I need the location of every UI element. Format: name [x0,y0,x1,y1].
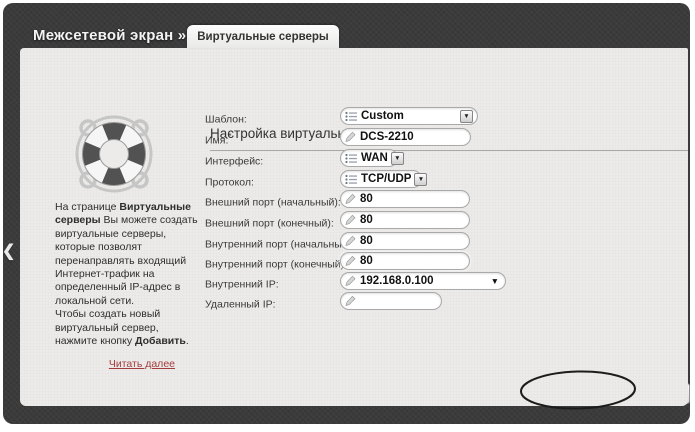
field-row-template: Шаблон: Custom ▼ [205,107,685,125]
help-paragraph-2: Чтобы создать новый виртуальный сервер, … [55,308,199,348]
combo-caret-icon[interactable]: ▼ [491,276,501,286]
remote-ip-label: Удаленный IP: [205,296,276,311]
private-port-end-value: 80 [360,255,373,267]
protocol-select[interactable]: TCP/UDP ▼ [340,170,422,188]
pencil-icon [345,295,356,307]
lifebuoy-icon [70,108,158,205]
public-port-end-input[interactable]: 80 [340,211,470,229]
protocol-value: TCP/UDP [361,173,411,185]
public-port-start-input[interactable]: 80 [340,190,470,208]
field-row-public-port-start: Внешний порт (начальный):* 80 [205,190,685,208]
interface-value: WAN [361,152,388,164]
field-row-private-port-end: Внутренний порт (конечный): 80 [205,252,685,270]
private-port-start-value: 80 [360,235,373,247]
help-text: На странице Виртуальные серверы Вы может… [55,201,199,372]
protocol-dropdown-button[interactable]: ▼ [414,173,427,186]
public-port-end-value: 80 [360,214,373,226]
private-port-end-input[interactable]: 80 [340,252,470,270]
private-ip-combobox[interactable]: 192.168.0.100 ▼ [340,272,506,290]
tab-virtual-servers[interactable]: Виртуальные серверы [187,25,339,48]
pencil-icon [345,131,356,143]
pencil-icon [345,275,356,287]
read-more-link[interactable]: Читать далее [55,358,199,371]
field-row-interface: Интерфейс: WAN ▼ [205,149,685,167]
template-dropdown-button[interactable]: ▼ [460,110,473,123]
field-row-name: Имя:* DCS-2210 [205,128,685,146]
private-port-start-label: Внутренний порт (начальный):* [205,236,357,251]
breadcrumb-firewall[interactable]: Межсетевой экран » [33,27,186,44]
field-row-public-port-end: Внешний порт (конечный): 80 [205,211,685,229]
template-value: Custom [361,110,404,122]
list-icon [345,153,357,164]
pencil-icon [345,255,356,267]
protocol-label: Протокол: [205,174,254,189]
private-ip-value: 192.168.0.100 [360,275,434,287]
pencil-icon [345,193,356,205]
public-port-start-label: Внешний порт (начальный):* [205,194,344,209]
field-row-private-port-start: Внутренний порт (начальный):* 80 [205,232,685,250]
list-icon [345,111,357,122]
field-row-remote-ip: Удаленный IP: [205,292,685,310]
name-label: Имя:* [205,132,232,147]
field-row-protocol: Протокол: TCP/UDP ▼ [205,170,685,188]
pencil-icon [345,235,356,247]
collapse-sidebar-icon[interactable]: ❮ [2,241,15,261]
name-input[interactable]: DCS-2210 [340,128,471,146]
content-panel: На странице Виртуальные серверы Вы может… [20,48,688,406]
private-port-start-input[interactable]: 80 [340,232,470,250]
interface-dropdown-button[interactable]: ▼ [391,152,404,165]
pencil-icon [345,214,356,226]
private-port-end-label: Внутренний порт (конечный): [205,256,347,271]
list-icon [345,174,357,185]
private-ip-label: Внутренний IP: [205,276,279,291]
public-port-start-value: 80 [360,193,373,205]
template-label: Шаблон: [205,111,247,126]
field-row-private-ip: Внутренний IP: 192.168.0.100 ▼ [205,272,685,290]
interface-label: Интерфейс: [205,153,263,168]
template-select[interactable]: Custom ▼ [340,107,478,125]
remote-ip-input[interactable] [340,292,442,310]
interface-select[interactable]: WAN ▼ [340,149,398,167]
name-value: DCS-2210 [360,131,414,143]
public-port-end-label: Внешний порт (конечный): [205,215,334,230]
help-paragraph-1: На странице Виртуальные серверы Вы может… [55,201,199,308]
